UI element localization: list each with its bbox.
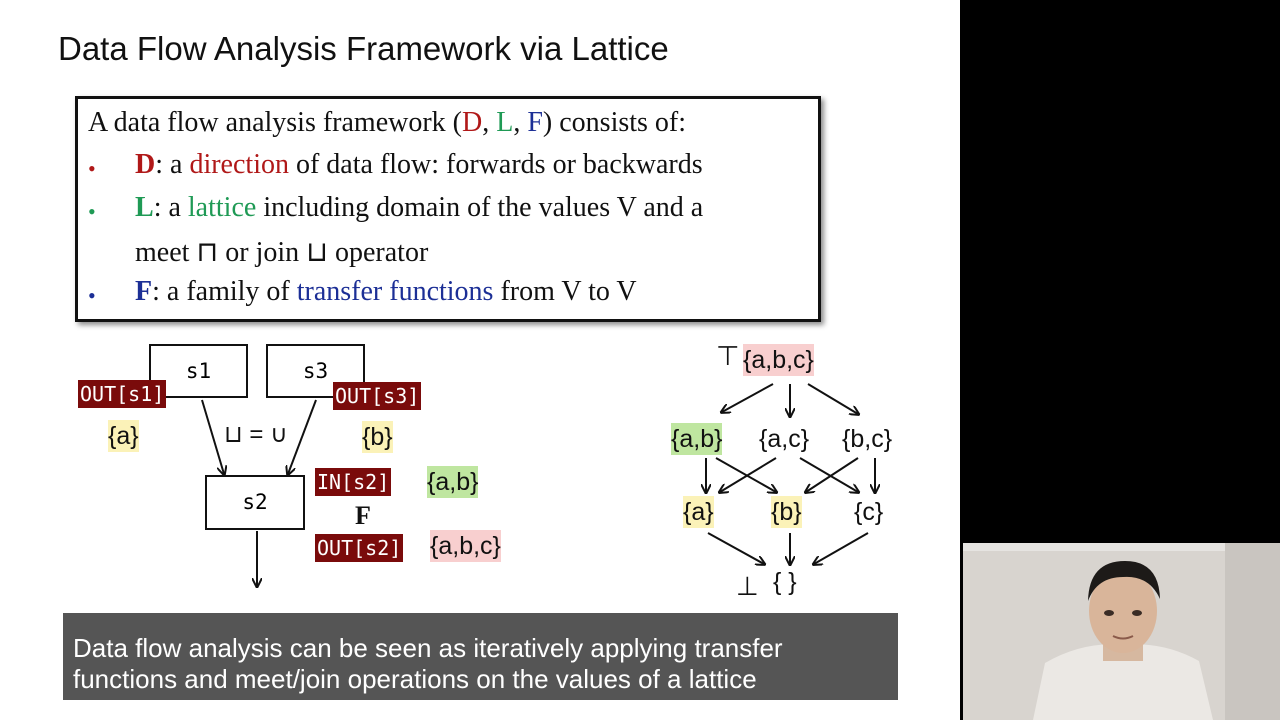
lattice-bottom-symbol: ⊥ <box>736 571 759 601</box>
lattice-edge <box>807 383 858 414</box>
lattice-top-symbol: ⊤ <box>716 341 740 371</box>
lattice-bottom: { } <box>773 568 797 596</box>
lattice-b: {b} <box>771 496 802 528</box>
lattice-bc: {b,c} <box>842 425 893 453</box>
in-s2-tag: IN[s2] <box>315 468 392 496</box>
out-s2-value: {a,b,c} <box>430 530 501 562</box>
slide: Data Flow Analysis Framework via Lattice… <box>0 0 960 720</box>
presenter-video <box>963 543 1280 720</box>
lattice-c: {c} <box>854 498 884 526</box>
out-s3-value: {b} <box>362 421 393 453</box>
edge-s3-s2 <box>288 399 317 474</box>
caption-line: Data flow analysis can be seen as iterat… <box>73 633 783 663</box>
in-s2-value: {a,b} <box>427 466 479 498</box>
lattice-ac: {a,c} <box>759 425 810 453</box>
join-label: ⊔ = ∪ <box>224 421 288 448</box>
lattice-edge <box>722 383 774 412</box>
out-s1-tag: OUT[s1] <box>78 380 167 408</box>
lattice-edge <box>814 532 869 564</box>
lattice-a: {a} <box>683 496 714 528</box>
lattice-top: {a,b,c} <box>743 344 814 376</box>
lattice-edge <box>707 532 764 564</box>
caption-box: Data flow analysis can be seen as iterat… <box>63 613 898 700</box>
transfer-f-label: F <box>355 501 371 530</box>
out-s2-tag: OUT[s2] <box>315 534 404 562</box>
caption-line: functions and meet/join operations on th… <box>73 664 757 694</box>
lattice-ab: {a,b} <box>671 423 723 455</box>
node-s2: s2 <box>205 475 305 530</box>
edge-s1-s2 <box>201 399 224 474</box>
out-s3-tag: OUT[s3] <box>333 382 422 410</box>
out-s1-value: {a} <box>108 420 139 452</box>
cfg-arrows <box>201 383 960 720</box>
webcam-feed <box>963 543 1280 720</box>
